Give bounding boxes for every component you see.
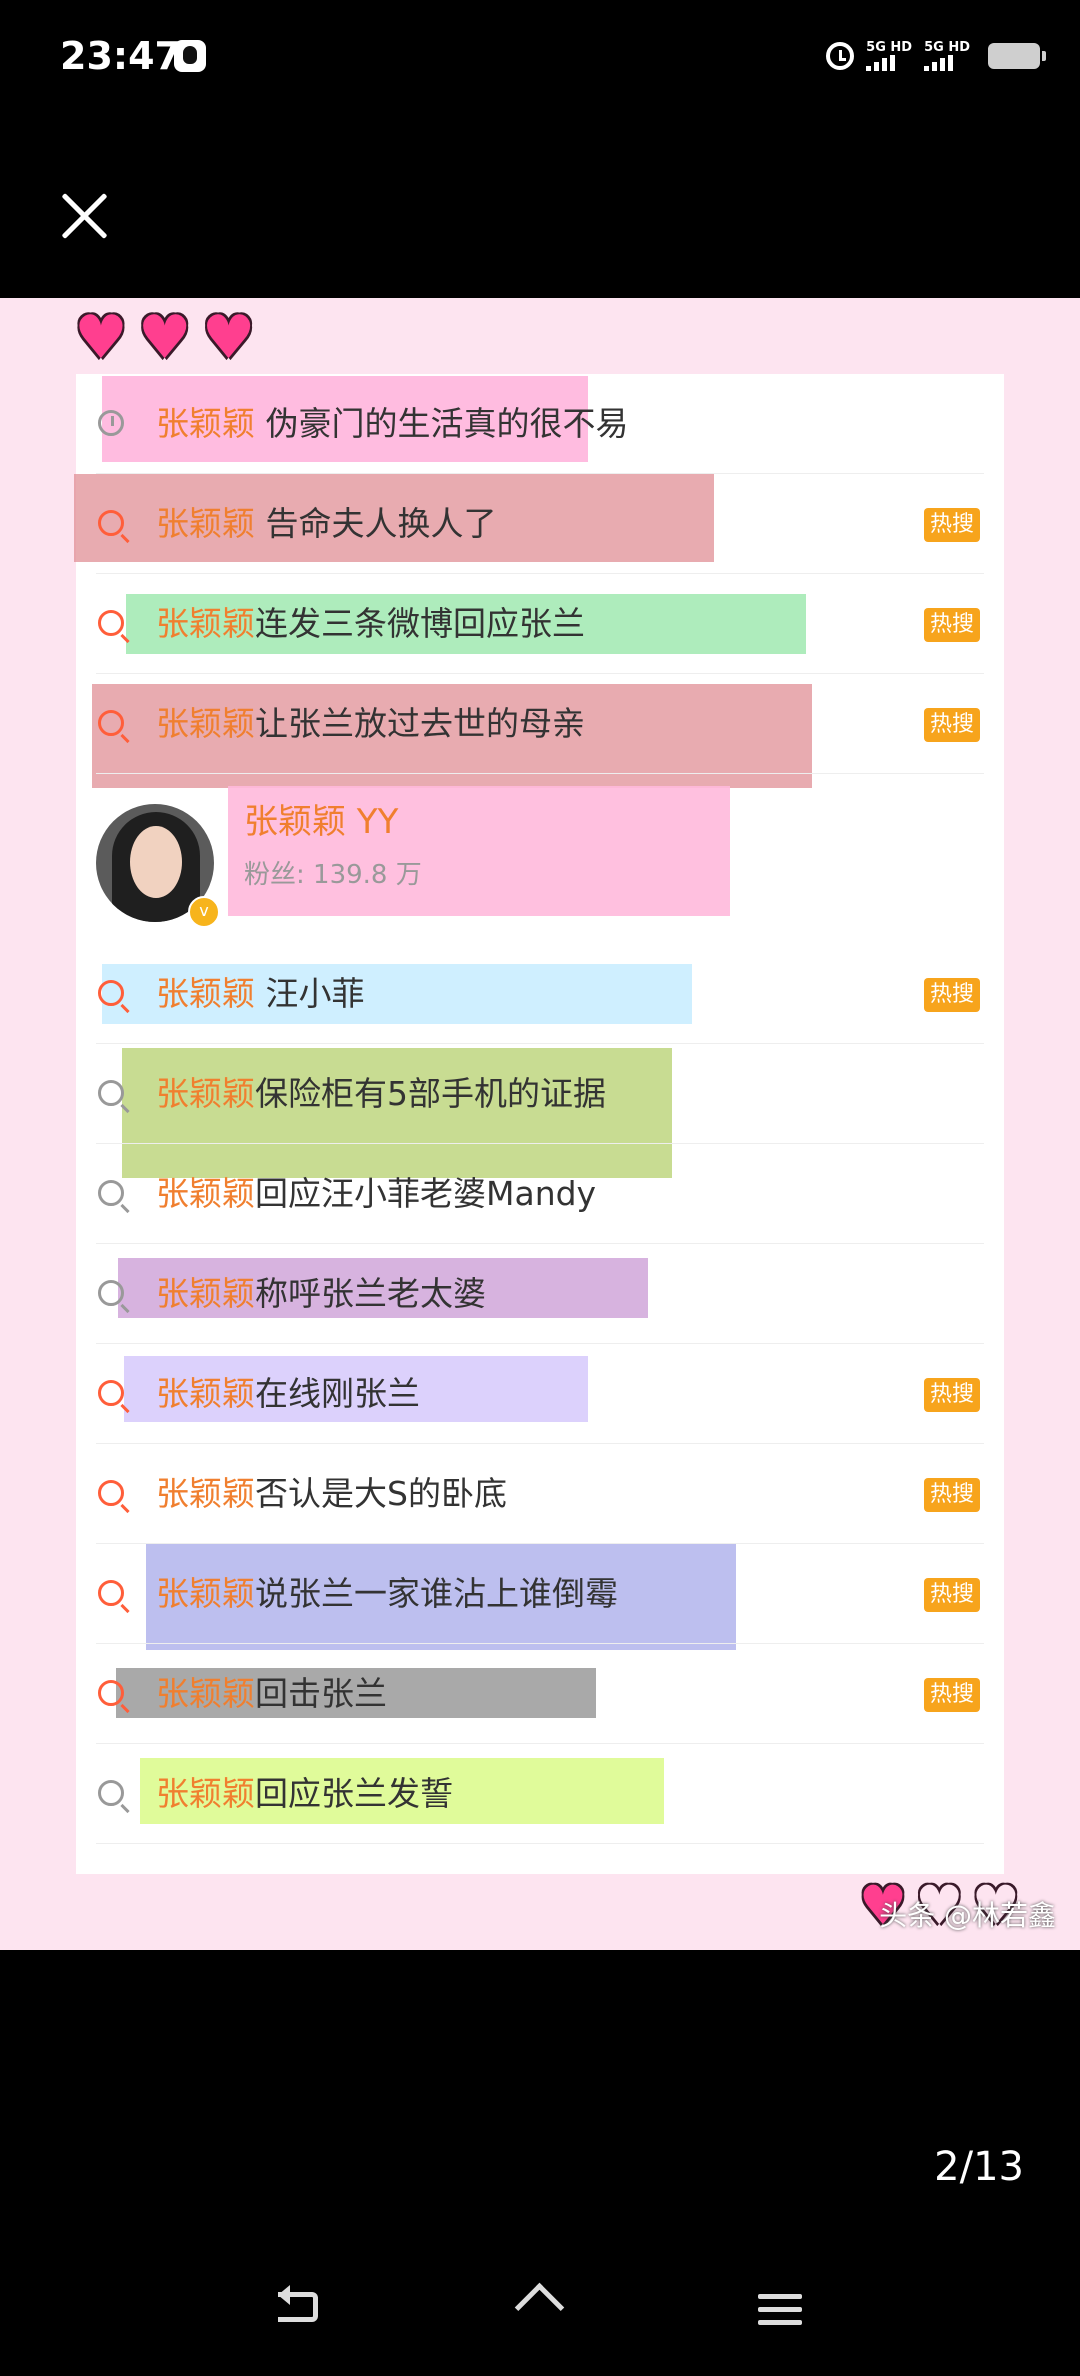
search-suggestion-row[interactable]: 张颖颖称呼张兰老太婆 <box>76 1244 1004 1344</box>
page-counter: 2/13 <box>934 2144 1024 2190</box>
search-suggestion-row[interactable]: 张颖颖否认是大S的卧底 热搜 <box>76 1444 1004 1544</box>
search-suggestion-row[interactable]: 张颖颖连发三条微博回应张兰 热搜 <box>76 574 1004 674</box>
hot-search-icon <box>98 610 124 636</box>
search-suggestion-row[interactable]: 张颖颖回应汪小菲老婆Mandy <box>76 1144 1004 1244</box>
search-results-card: 张颖颖 伪豪门的生活真的很不易 张颖颖 告命夫人换人了 热搜 张颖颖连发三条微博回应… <box>74 374 1004 1874</box>
suggestion-text: 张颖颖保险柜有5部手机的证据 <box>156 1074 606 1113</box>
heart-icon: ♥ <box>201 303 256 373</box>
search-suggestion-row[interactable]: 张颖颖 告命夫人换人了 热搜 <box>74 474 1004 574</box>
suggestion-text: 张颖颖否认是大S的卧底 <box>156 1474 507 1513</box>
hot-badge: 热搜 <box>923 978 980 1012</box>
hot-badge: 热搜 <box>923 1578 980 1612</box>
hot-search-icon <box>98 1380 124 1406</box>
suggestion-text: 张颖颖说张兰一家谁沾上谁倒霉 <box>156 1574 618 1613</box>
heart-icon: ♥ <box>74 303 128 373</box>
suggestion-text: 张颖颖在线刚张兰 <box>156 1374 420 1413</box>
status-time: 23:47 <box>60 34 181 78</box>
search-suggestion-row[interactable]: 张颖颖 汪小菲 热搜 <box>76 944 1004 1044</box>
user-card: v 张颖颖 YY 粉丝: 139.8 万 <box>76 774 1004 944</box>
history-item: 张颖颖 伪豪门的生活真的很不易 <box>76 374 1004 474</box>
hot-badge: 热搜 <box>923 1678 980 1712</box>
search-icon <box>98 1280 124 1306</box>
hot-search-icon <box>98 710 124 736</box>
hot-badge: 热搜 <box>923 608 980 642</box>
close-button[interactable] <box>56 188 112 244</box>
verified-icon: v <box>188 896 220 928</box>
viewed-image[interactable]: ♥ ♥ ♥ 张颖颖 伪豪门的生活真的很不易 张颖颖 告命夫人换人了 热搜 张颖颖连发… <box>0 298 1080 1950</box>
search-suggestion-row[interactable]: 张颖颖让张兰放过去世的母亲 热搜 <box>76 674 1004 788</box>
signal-2: 5G HD <box>924 41 970 71</box>
qq-notification-icon <box>174 40 206 72</box>
hot-search-icon <box>98 1480 124 1506</box>
network-label-2: 5G HD <box>924 40 970 55</box>
hearts-decoration: ♥ ♥ ♥ <box>74 306 255 370</box>
hot-search-icon <box>98 510 124 536</box>
suggestion-text: 张颖颖 汪小菲 <box>156 974 365 1013</box>
suggestion-text: 张颖颖称呼张兰老太婆 <box>156 1274 486 1313</box>
suggestion-text: 张颖颖连发三条微博回应张兰 <box>156 604 585 643</box>
user-fans: 粉丝: 139.8 万 <box>244 860 422 890</box>
search-icon <box>98 1080 124 1106</box>
home-button[interactable] <box>510 2280 570 2340</box>
suggestion-text: 张颖颖 告命夫人换人了 <box>156 504 497 543</box>
history-text: 张颖颖 伪豪门的生活真的很不易 <box>156 404 629 443</box>
menu-icon <box>758 2294 802 2326</box>
network-label-1: 5G HD <box>866 40 913 55</box>
hot-search-icon <box>98 1580 124 1606</box>
heart-icon: ♥ <box>137 303 192 373</box>
back-icon <box>278 2285 318 2322</box>
suggestion-text: 张颖颖回应张兰发誓 <box>156 1774 453 1813</box>
search-suggestion-row[interactable]: 张颖颖保险柜有5部手机的证据 <box>76 1044 1004 1178</box>
watermark: 头条 @林若鑫 <box>879 1899 1056 1932</box>
suggestion-text: 张颖颖回击张兰 <box>156 1674 387 1713</box>
battery-icon <box>988 43 1046 69</box>
status-bar: 23:47 5G HD 5G HD <box>0 0 1080 110</box>
hot-badge: 热搜 <box>923 1478 980 1512</box>
alarm-icon <box>826 42 855 70</box>
hot-search-icon <box>98 980 124 1006</box>
back-button[interactable] <box>270 2280 330 2340</box>
hot-badge: 热搜 <box>923 508 980 542</box>
suggestion-text: 张颖颖回应汪小菲老婆Mandy <box>156 1174 597 1213</box>
signal-bars-icon <box>866 55 896 71</box>
navigation-bar <box>0 2260 1080 2360</box>
search-suggestion-row[interactable]: 张颖颖说张兰一家谁沾上谁倒霉 热搜 <box>76 1544 1004 1650</box>
search-suggestion-row[interactable]: 张颖颖回击张兰 热搜 <box>76 1644 1004 1744</box>
clock-icon <box>98 410 124 436</box>
search-suggestion-row[interactable]: 张颖颖在线刚张兰 热搜 <box>76 1344 1004 1444</box>
user-name: 张颖颖 YY <box>244 802 399 842</box>
search-icon <box>98 1180 124 1206</box>
hot-badge: 热搜 <box>923 1378 980 1412</box>
signal-bars-icon <box>924 55 954 71</box>
hot-badge: 热搜 <box>923 708 980 742</box>
signal-1: 5G HD <box>866 41 912 71</box>
suggestion-text: 张颖颖让张兰放过去世的母亲 <box>156 704 585 743</box>
search-icon <box>98 1780 124 1806</box>
home-icon <box>516 2290 564 2330</box>
search-suggestion-row[interactable]: 张颖颖回应张兰发誓 <box>76 1744 1004 1844</box>
system-icons: 5G HD 5G HD <box>826 36 1046 76</box>
menu-button[interactable] <box>750 2280 810 2340</box>
hot-search-icon <box>98 1680 124 1706</box>
